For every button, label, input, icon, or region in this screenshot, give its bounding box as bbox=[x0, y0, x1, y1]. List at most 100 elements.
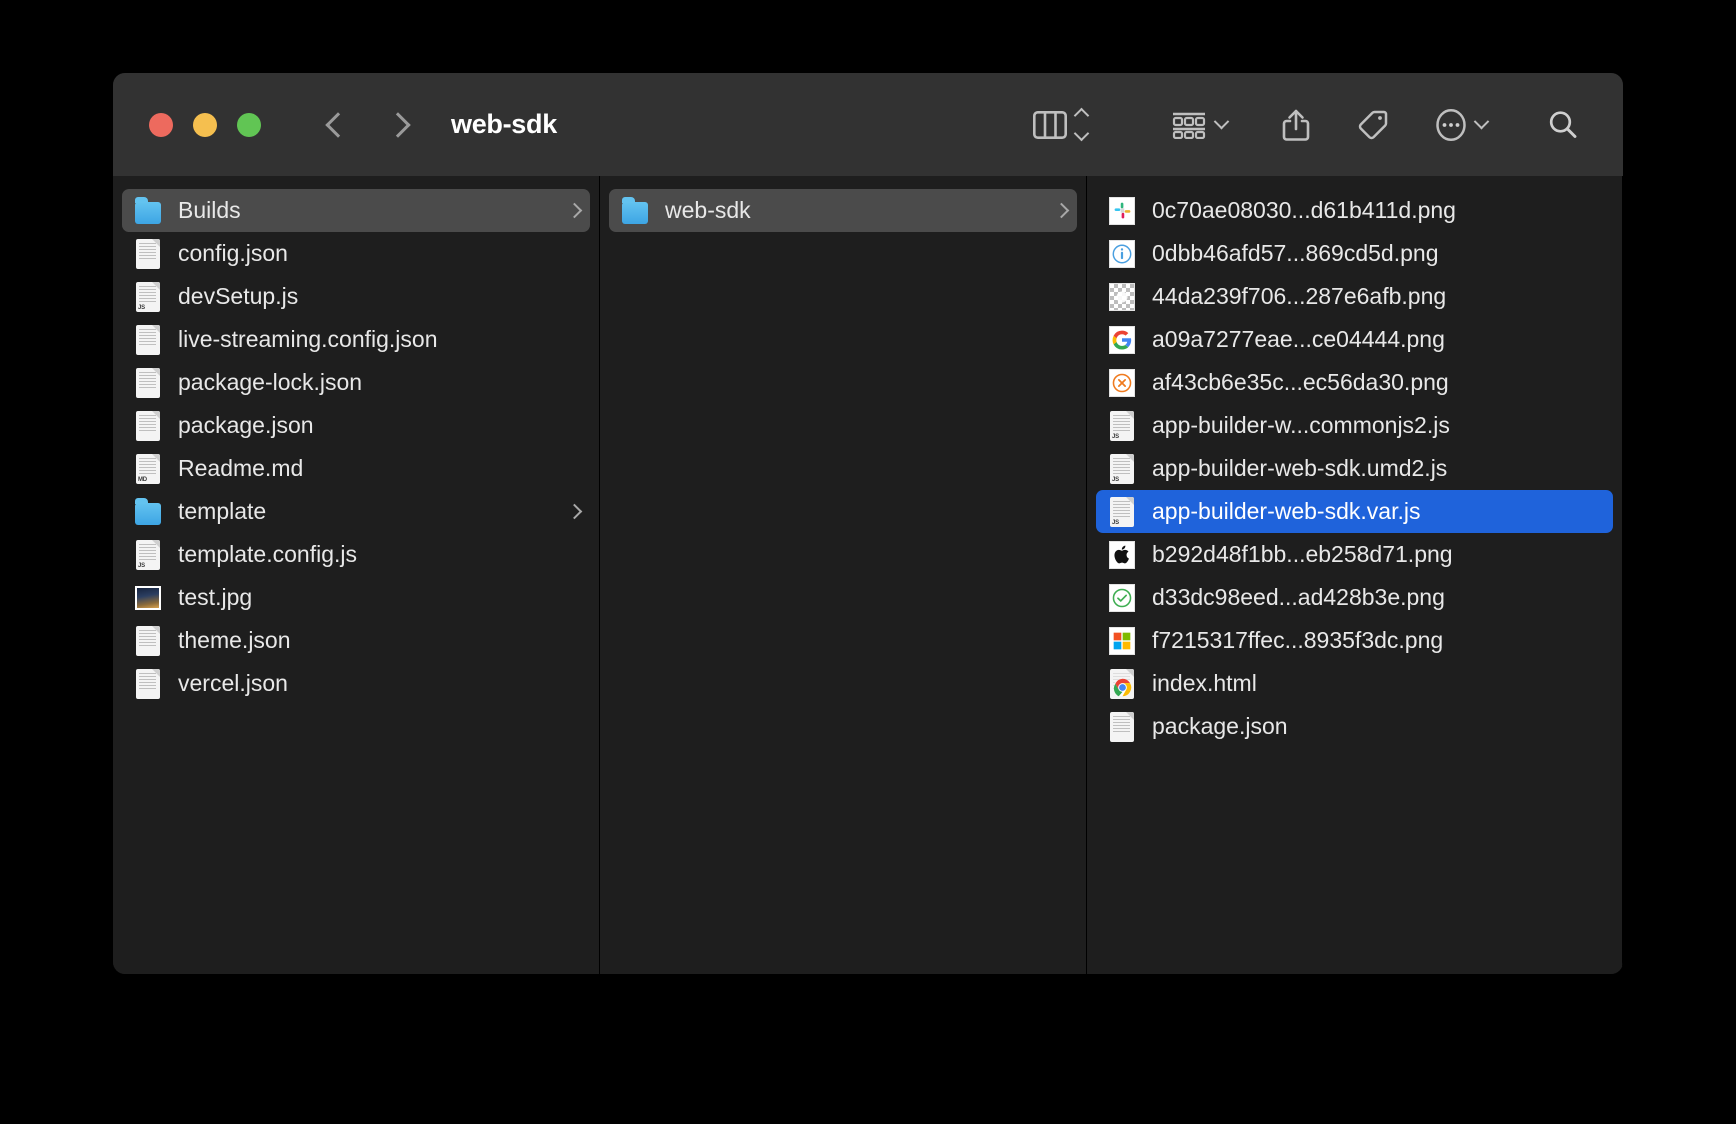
tags-button[interactable] bbox=[1357, 109, 1389, 141]
slack-thumbnail-icon bbox=[1109, 196, 1135, 226]
traffic-lights bbox=[149, 112, 261, 137]
document-icon bbox=[135, 668, 161, 699]
file-row[interactable]: f7215317ffec...8935f3dc.png bbox=[1096, 619, 1613, 662]
browser-column-3[interactable]: 0c70ae08030...d61b411d.png 0dbb46afd57...… bbox=[1087, 176, 1623, 974]
file-row[interactable]: 0dbb46afd57...869cd5d.png bbox=[1096, 232, 1613, 275]
file-name-label: app-builder-web-sdk.umd2.js bbox=[1152, 455, 1448, 481]
column-browser: Builds config.json JS devSetup.js live-strea… bbox=[113, 176, 1623, 974]
javascript-file-icon: JS bbox=[1109, 496, 1135, 527]
toolbar-actions bbox=[949, 73, 1623, 176]
sort-order-icon[interactable] bbox=[1073, 107, 1090, 142]
file-row[interactable]: JS app-builder-web-sdk.var.js bbox=[1096, 490, 1613, 533]
photo-thumbnail-icon bbox=[135, 583, 161, 613]
search-button[interactable] bbox=[1547, 109, 1579, 141]
file-row[interactable]: index.html bbox=[1096, 662, 1613, 705]
document-icon bbox=[135, 367, 161, 398]
file-row[interactable]: test.jpg bbox=[122, 576, 590, 619]
document-icon bbox=[135, 410, 161, 441]
error-thumbnail-icon bbox=[1109, 368, 1135, 398]
search-icon[interactable] bbox=[1547, 109, 1579, 141]
file-name-label: 0c70ae08030...d61b411d.png bbox=[1152, 197, 1456, 223]
document-icon bbox=[1109, 711, 1135, 742]
file-row[interactable]: package.json bbox=[122, 404, 590, 447]
file-name-label: Readme.md bbox=[178, 455, 304, 481]
file-row[interactable]: package-lock.json bbox=[122, 361, 590, 404]
file-name-label: web-sdk bbox=[665, 197, 751, 223]
file-name-label: template bbox=[178, 498, 267, 524]
share-icon[interactable] bbox=[1281, 108, 1311, 142]
file-name-label: config.json bbox=[178, 240, 288, 266]
file-row[interactable]: b292d48f1bb...eb258d71.png bbox=[1096, 533, 1613, 576]
file-row[interactable]: Builds bbox=[122, 189, 590, 232]
file-row[interactable]: d33dc98eed...ad428b3e.png bbox=[1096, 576, 1613, 619]
folder-icon bbox=[135, 497, 161, 527]
file-name-label: theme.json bbox=[178, 627, 291, 653]
group-by-icon[interactable] bbox=[1171, 111, 1207, 139]
window-toolbar: web-sdk bbox=[113, 73, 1623, 176]
file-row[interactable]: a09a7277eae...ce04444.png bbox=[1096, 318, 1613, 361]
file-name-label: template.config.js bbox=[178, 541, 357, 567]
file-name-label: package.json bbox=[1152, 713, 1288, 739]
chrome-html-file-icon bbox=[1109, 668, 1135, 699]
file-row[interactable]: 0c70ae08030...d61b411d.png bbox=[1096, 189, 1613, 232]
file-name-label: d33dc98eed...ad428b3e.png bbox=[1152, 584, 1445, 610]
file-name-label: package.json bbox=[178, 412, 314, 438]
file-row[interactable]: theme.json bbox=[122, 619, 590, 662]
javascript-file-icon: JS bbox=[1109, 410, 1135, 441]
success-thumbnail-icon bbox=[1109, 583, 1135, 613]
file-name-label: a09a7277eae...ce04444.png bbox=[1152, 326, 1445, 352]
more-actions-control[interactable] bbox=[1435, 108, 1490, 142]
chevron-down-icon[interactable] bbox=[1213, 113, 1230, 130]
file-name-label: b292d48f1bb...eb258d71.png bbox=[1152, 541, 1453, 567]
file-name-label: devSetup.js bbox=[178, 283, 299, 309]
file-row[interactable]: template bbox=[122, 490, 590, 533]
file-name-label: f7215317ffec...8935f3dc.png bbox=[1152, 627, 1444, 653]
page-title: web-sdk bbox=[451, 109, 557, 139]
more-options-icon[interactable] bbox=[1435, 108, 1467, 142]
document-icon bbox=[135, 238, 161, 269]
document-icon bbox=[135, 625, 161, 656]
javascript-file-icon: JS bbox=[135, 539, 161, 570]
file-row[interactable]: 44da239f706...287e6afb.png bbox=[1096, 275, 1613, 318]
maximize-button[interactable] bbox=[237, 112, 261, 137]
markdown-file-icon: MD bbox=[135, 453, 161, 484]
file-row[interactable]: vercel.json bbox=[122, 662, 590, 705]
file-row[interactable]: package.json bbox=[1096, 705, 1613, 748]
file-row[interactable]: JS app-builder-web-sdk.umd2.js bbox=[1096, 447, 1613, 490]
file-row[interactable]: config.json bbox=[122, 232, 590, 275]
view-mode-control[interactable] bbox=[1033, 107, 1090, 142]
file-name-label: app-builder-web-sdk.var.js bbox=[1152, 498, 1421, 524]
file-row[interactable]: MD Readme.md bbox=[122, 447, 590, 490]
browser-column-1[interactable]: Builds config.json JS devSetup.js live-strea… bbox=[113, 176, 600, 974]
tag-icon[interactable] bbox=[1357, 109, 1389, 141]
file-name-label: af43cb6e35c...ec56da30.png bbox=[1152, 369, 1449, 395]
file-name-label: app-builder-w...commonjs2.js bbox=[1152, 412, 1450, 438]
close-button[interactable] bbox=[149, 112, 173, 137]
share-button[interactable] bbox=[1281, 108, 1311, 142]
browser-column-2[interactable]: web-sdk bbox=[600, 176, 1087, 974]
microsoft-thumbnail-icon bbox=[1109, 626, 1135, 656]
file-row[interactable]: af43cb6e35c...ec56da30.png bbox=[1096, 361, 1613, 404]
file-row[interactable]: JS template.config.js bbox=[122, 533, 590, 576]
file-name-label: 44da239f706...287e6afb.png bbox=[1152, 283, 1447, 309]
folder-icon bbox=[622, 196, 648, 226]
group-by-control[interactable] bbox=[1171, 111, 1230, 139]
column-view-icon[interactable] bbox=[1033, 110, 1067, 139]
file-row[interactable]: JS devSetup.js bbox=[122, 275, 590, 318]
javascript-file-icon: JS bbox=[135, 281, 161, 312]
chevron-down-icon[interactable] bbox=[1473, 113, 1490, 130]
forward-icon[interactable] bbox=[385, 111, 411, 138]
document-icon bbox=[135, 324, 161, 355]
file-row[interactable]: JS app-builder-w...commonjs2.js bbox=[1096, 404, 1613, 447]
file-name-label: live-streaming.config.json bbox=[178, 326, 438, 352]
disclosure-chevron-icon[interactable] bbox=[1053, 202, 1070, 219]
transparent-thumbnail-icon bbox=[1109, 282, 1135, 312]
minimize-button[interactable] bbox=[193, 112, 217, 137]
back-icon[interactable] bbox=[325, 111, 351, 138]
javascript-file-icon: JS bbox=[1109, 453, 1135, 484]
disclosure-chevron-icon[interactable] bbox=[566, 503, 583, 520]
file-row[interactable]: live-streaming.config.json bbox=[122, 318, 590, 361]
apple-thumbnail-icon bbox=[1109, 540, 1135, 570]
file-row[interactable]: web-sdk bbox=[609, 189, 1077, 232]
disclosure-chevron-icon[interactable] bbox=[566, 202, 583, 219]
